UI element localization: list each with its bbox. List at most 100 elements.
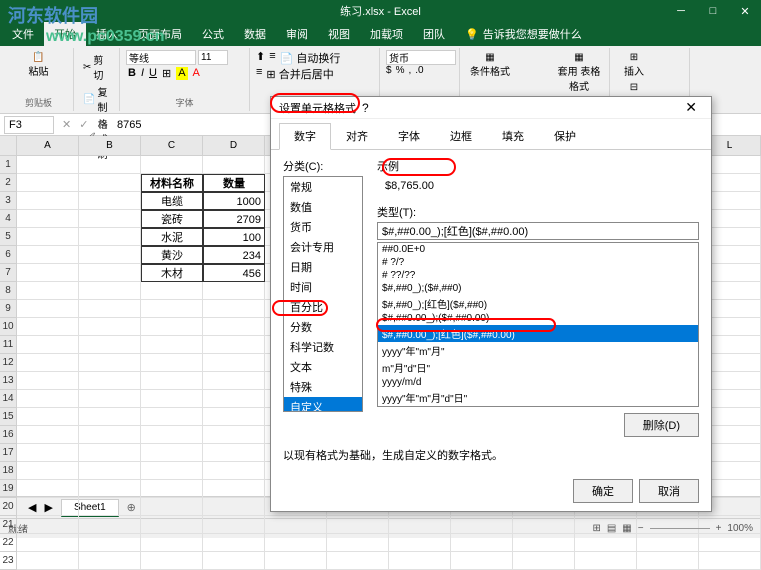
border-button[interactable]: ⊞ bbox=[162, 67, 171, 80]
cell[interactable] bbox=[141, 462, 203, 480]
cell[interactable] bbox=[17, 246, 79, 264]
row-header[interactable]: 4 bbox=[0, 210, 17, 228]
cell[interactable] bbox=[203, 156, 265, 174]
category-item[interactable]: 常规 bbox=[284, 177, 362, 197]
cell[interactable] bbox=[79, 426, 141, 444]
row-header[interactable]: 2 bbox=[0, 174, 17, 192]
cell[interactable] bbox=[79, 516, 141, 534]
cell[interactable]: 100 bbox=[203, 228, 265, 246]
cell[interactable] bbox=[575, 534, 637, 552]
type-item[interactable]: yyyy"年"m"月" bbox=[378, 342, 698, 359]
cell[interactable] bbox=[141, 300, 203, 318]
tab-view[interactable]: 视图 bbox=[318, 22, 360, 46]
cell[interactable] bbox=[203, 354, 265, 372]
row-header[interactable]: 17 bbox=[0, 444, 17, 462]
cell[interactable]: 瓷砖 bbox=[141, 210, 203, 228]
row-header[interactable]: 20 bbox=[0, 498, 17, 516]
cell[interactable] bbox=[203, 426, 265, 444]
table-format-button[interactable]: ▦套用 表格格式 bbox=[555, 50, 603, 95]
cell[interactable] bbox=[79, 480, 141, 498]
row-header[interactable]: 5 bbox=[0, 228, 17, 246]
category-item[interactable]: 百分比 bbox=[284, 297, 362, 317]
col-header[interactable]: D bbox=[203, 136, 265, 156]
dialog-tab-fill[interactable]: 填充 bbox=[487, 123, 539, 149]
cell[interactable] bbox=[699, 534, 761, 552]
name-box[interactable] bbox=[4, 116, 54, 134]
cell[interactable] bbox=[513, 516, 575, 534]
cell[interactable] bbox=[389, 552, 451, 570]
cell[interactable] bbox=[17, 282, 79, 300]
cut-button[interactable]: ✂ 剪切 bbox=[80, 51, 113, 83]
cell[interactable]: 456 bbox=[203, 264, 265, 282]
cell[interactable]: 2709 bbox=[203, 210, 265, 228]
type-item[interactable]: $#,##0.00_);($#,##0.00) bbox=[378, 312, 698, 325]
cell[interactable] bbox=[637, 552, 699, 570]
category-item[interactable]: 会计专用 bbox=[284, 237, 362, 257]
cell[interactable] bbox=[79, 498, 141, 516]
cell[interactable] bbox=[17, 444, 79, 462]
bold-button[interactable]: B bbox=[128, 67, 136, 80]
cell[interactable] bbox=[79, 210, 141, 228]
cell[interactable] bbox=[451, 516, 513, 534]
wrap-button[interactable]: 📄 自动换行 bbox=[280, 50, 341, 66]
align-left-button[interactable]: ≡ bbox=[256, 66, 262, 82]
maximize-button[interactable]: □ bbox=[697, 0, 729, 22]
cell[interactable] bbox=[699, 552, 761, 570]
cell[interactable] bbox=[141, 426, 203, 444]
cell[interactable] bbox=[203, 390, 265, 408]
category-item[interactable]: 日期 bbox=[284, 257, 362, 277]
type-item[interactable]: $#,##0.00_);[红色]($#,##0.00) bbox=[378, 325, 698, 342]
category-item[interactable]: 自定义 bbox=[284, 397, 362, 412]
cell[interactable] bbox=[141, 336, 203, 354]
cell[interactable] bbox=[203, 498, 265, 516]
row-header[interactable]: 10 bbox=[0, 318, 17, 336]
row-header[interactable]: 18 bbox=[0, 462, 17, 480]
percent-button[interactable]: % bbox=[396, 65, 405, 76]
font-name-select[interactable] bbox=[126, 50, 196, 65]
cell[interactable]: 木材 bbox=[141, 264, 203, 282]
cell[interactable] bbox=[575, 516, 637, 534]
cell[interactable] bbox=[141, 480, 203, 498]
cell[interactable] bbox=[141, 534, 203, 552]
row-header[interactable]: 16 bbox=[0, 426, 17, 444]
row-header[interactable]: 21 bbox=[0, 516, 17, 534]
tab-addins[interactable]: 加载项 bbox=[360, 22, 413, 46]
cell[interactable] bbox=[17, 354, 79, 372]
cell[interactable] bbox=[203, 462, 265, 480]
col-header[interactable]: A bbox=[17, 136, 79, 156]
cell[interactable] bbox=[141, 390, 203, 408]
category-list[interactable]: 常规数值货币会计专用日期时间百分比分数科学记数文本特殊自定义 bbox=[283, 176, 363, 412]
confirm-edit-icon[interactable]: ✓ bbox=[75, 118, 92, 131]
cell[interactable] bbox=[79, 336, 141, 354]
cell[interactable] bbox=[203, 318, 265, 336]
category-item[interactable]: 科学记数 bbox=[284, 337, 362, 357]
currency-button[interactable]: $ bbox=[386, 65, 392, 76]
cell[interactable] bbox=[79, 390, 141, 408]
fill-color-button[interactable]: A bbox=[176, 67, 187, 80]
cell[interactable]: 材料名称 bbox=[141, 174, 203, 192]
cell[interactable] bbox=[141, 444, 203, 462]
ok-button[interactable]: 确定 bbox=[573, 479, 633, 503]
cell[interactable] bbox=[389, 534, 451, 552]
delete-format-button[interactable]: 删除(D) bbox=[624, 413, 699, 437]
conditional-format-button[interactable]: ▦条件格式 bbox=[466, 50, 514, 95]
cell[interactable] bbox=[79, 300, 141, 318]
cell[interactable] bbox=[141, 498, 203, 516]
align-top-button[interactable]: ⬆ bbox=[256, 50, 265, 66]
cell[interactable] bbox=[79, 354, 141, 372]
cell[interactable] bbox=[451, 552, 513, 570]
type-item[interactable]: yyyy"年"m"月"d"日" bbox=[378, 389, 698, 406]
cell[interactable] bbox=[203, 444, 265, 462]
align-middle-button[interactable]: ≡ bbox=[269, 50, 275, 66]
cell[interactable] bbox=[79, 246, 141, 264]
cell[interactable] bbox=[141, 372, 203, 390]
cell[interactable] bbox=[265, 534, 327, 552]
cell[interactable] bbox=[389, 516, 451, 534]
cell[interactable] bbox=[17, 552, 79, 570]
cell[interactable] bbox=[17, 462, 79, 480]
cell[interactable] bbox=[79, 462, 141, 480]
category-item[interactable]: 分数 bbox=[284, 317, 362, 337]
cell[interactable] bbox=[17, 516, 79, 534]
select-all-corner[interactable] bbox=[0, 136, 17, 156]
number-format-select[interactable] bbox=[386, 50, 456, 65]
